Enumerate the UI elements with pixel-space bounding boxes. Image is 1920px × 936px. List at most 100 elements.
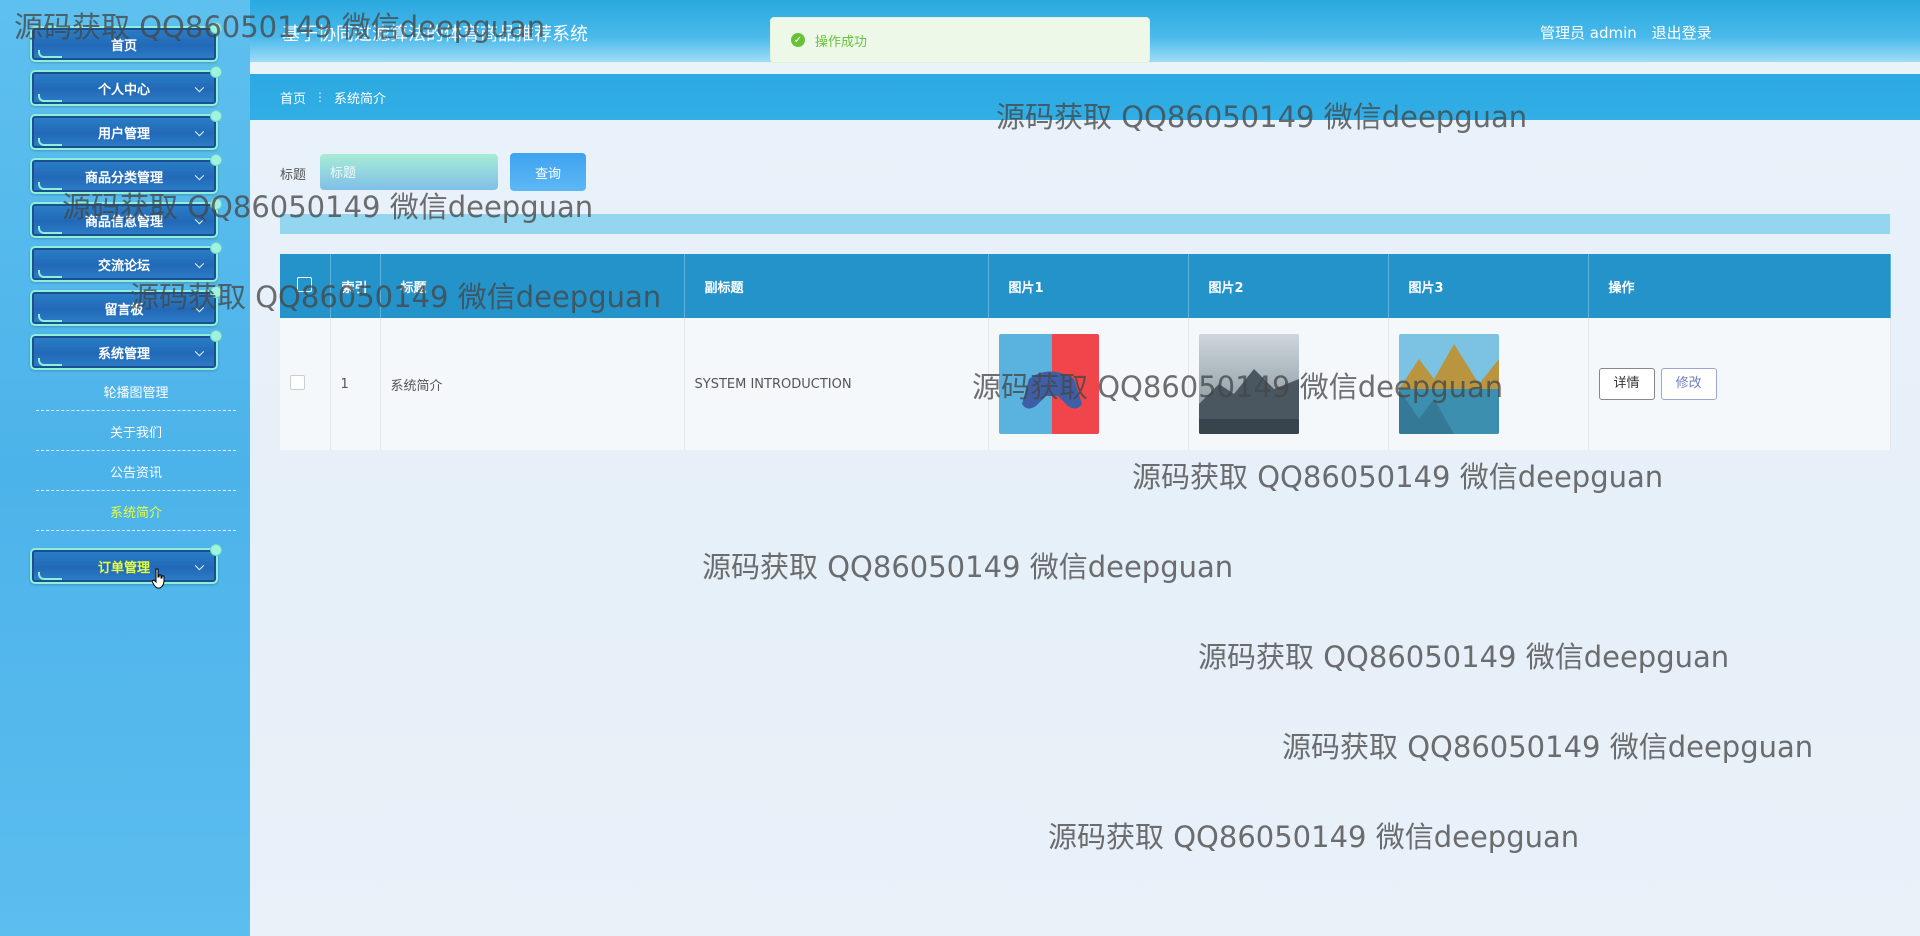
ornament-swirl-icon bbox=[38, 138, 62, 146]
breadcrumb: 首页 ⋮ 系统简介 bbox=[250, 74, 1920, 120]
ornament-dot-icon bbox=[210, 22, 222, 34]
row-checkbox[interactable] bbox=[290, 374, 305, 390]
sidebar-item-label: 用户管理 bbox=[97, 126, 150, 142]
chevron-down-icon: ⌵ bbox=[194, 213, 204, 227]
edit-button[interactable]: 修改 bbox=[1660, 368, 1717, 400]
sidebar-item-label: 首页 bbox=[110, 38, 137, 54]
chevron-down-icon: ⌵ bbox=[194, 301, 204, 315]
column-header-actions: 操作 bbox=[1588, 254, 1891, 318]
ornament-dot-icon bbox=[210, 66, 222, 78]
sidebar-item-label: 商品分类管理 bbox=[84, 170, 163, 186]
header-user-area: 管理员 admin 退出登录 bbox=[1540, 22, 1722, 43]
watermark-text: 源码获取 QQ86050149 微信deepguan bbox=[1048, 820, 1580, 854]
watermark-text: 源码获取 QQ86050149 微信deepguan bbox=[702, 550, 1234, 584]
ornament-dot-icon bbox=[210, 544, 222, 556]
watermark-text: 源码获取 QQ86050149 微信deepguan bbox=[1132, 460, 1664, 494]
sidebar-subitem-carousel[interactable]: 轮播图管理 bbox=[36, 372, 236, 411]
sidebar-item-home[interactable]: 首页 bbox=[30, 22, 222, 62]
sidebar-subitem-system-intro[interactable]: 系统简介 bbox=[36, 492, 236, 531]
image3-thumbnail[interactable] bbox=[1398, 334, 1499, 434]
ornament-swirl-icon bbox=[38, 226, 62, 234]
breadcrumb-current: 系统简介 bbox=[334, 91, 387, 107]
sidebar-item-product-management[interactable]: 商品信息管理 ⌵ bbox=[30, 198, 222, 238]
ornament-dot-icon bbox=[210, 110, 222, 122]
sidebar-item-label: 订单管理 bbox=[97, 560, 150, 576]
sidebar: 首页 个人中心 ⌵ 用户管理 ⌵ 商品分类管理 ⌵ 商品信息管理 ⌵ 交流论坛 … bbox=[0, 0, 250, 936]
sidebar-subitem-label: 系统简介 bbox=[109, 505, 162, 521]
chevron-down-icon: ⌵ bbox=[194, 169, 204, 183]
search-title-input[interactable] bbox=[320, 154, 498, 190]
check-circle-icon: ✓ bbox=[791, 33, 805, 47]
table-row: 1 系统简介 SYSTEM INTRODUCTION 详情 修改 bbox=[280, 318, 1891, 450]
column-header-image1: 图片1 bbox=[988, 254, 1189, 318]
sidebar-item-message-board[interactable]: 留言板 ⌵ bbox=[30, 286, 222, 326]
hand-cursor-icon bbox=[152, 568, 165, 589]
success-toast: ✓ 操作成功 bbox=[770, 17, 1150, 63]
column-header-title: 标题 bbox=[380, 254, 685, 318]
ornament-dot-icon bbox=[210, 330, 222, 342]
search-button[interactable]: 查询 bbox=[510, 153, 586, 191]
row-select-cell bbox=[280, 318, 331, 450]
ornament-dot-icon bbox=[210, 242, 222, 254]
watermark-text: 源码获取 QQ86050149 微信deepguan bbox=[1282, 730, 1814, 764]
ornament-dot-icon bbox=[210, 198, 222, 210]
ornament-swirl-icon bbox=[38, 358, 62, 366]
breadcrumb-home[interactable]: 首页 bbox=[280, 88, 306, 107]
ornament-swirl-icon bbox=[38, 270, 62, 278]
column-header-subtitle: 副标题 bbox=[684, 254, 989, 318]
chevron-down-icon: ⌵ bbox=[194, 559, 204, 573]
sidebar-item-label: 留言板 bbox=[104, 302, 144, 318]
sidebar-subitem-announcements[interactable]: 公告资讯 bbox=[36, 452, 236, 491]
image1-thumbnail[interactable] bbox=[998, 334, 1099, 434]
sidebar-item-category-management[interactable]: 商品分类管理 ⌵ bbox=[30, 154, 222, 194]
column-header-image2: 图片2 bbox=[1188, 254, 1389, 318]
data-table: 索引 标题 副标题 图片1 图片2 图片3 操作 1 系统简介 SYSTEM I… bbox=[280, 254, 1891, 450]
sidebar-item-forum[interactable]: 交流论坛 ⌵ bbox=[30, 242, 222, 282]
logout-link[interactable]: 退出登录 bbox=[1652, 24, 1712, 42]
admin-user-label: 管理员 admin bbox=[1540, 24, 1637, 42]
row-image1-cell bbox=[988, 318, 1189, 450]
sidebar-subitem-label: 公告资讯 bbox=[109, 465, 162, 481]
image2-thumbnail[interactable] bbox=[1198, 334, 1299, 434]
search-title-label: 标题 bbox=[280, 168, 307, 183]
sidebar-item-personal-center[interactable]: 个人中心 ⌵ bbox=[30, 66, 222, 106]
sidebar-subitem-about-us[interactable]: 关于我们 bbox=[36, 412, 236, 451]
row-subtitle: SYSTEM INTRODUCTION bbox=[684, 318, 989, 450]
select-all-header bbox=[280, 254, 331, 318]
breadcrumb-separator-icon: ⋮ bbox=[314, 90, 327, 104]
sidebar-item-order-management[interactable]: 订单管理 ⌵ bbox=[30, 544, 222, 584]
chevron-down-icon: ⌵ bbox=[194, 125, 204, 139]
ornament-swirl-icon bbox=[38, 572, 62, 580]
column-header-image3: 图片3 bbox=[1388, 254, 1589, 318]
chevron-down-icon: ⌵ bbox=[194, 81, 204, 95]
detail-button[interactable]: 详情 bbox=[1598, 368, 1655, 400]
watermark-text: 源码获取 QQ86050149 微信deepguan bbox=[1198, 640, 1730, 674]
ornament-dot-icon bbox=[210, 286, 222, 298]
ornament-swirl-icon bbox=[38, 314, 62, 322]
site-title: 基于协同过滤算法的体育商品推荐系统 bbox=[282, 24, 588, 45]
table-header-row: 索引 标题 副标题 图片1 图片2 图片3 操作 bbox=[280, 254, 1891, 318]
row-actions-cell: 详情 修改 bbox=[1588, 318, 1891, 450]
sidebar-subitem-label: 关于我们 bbox=[109, 425, 162, 441]
select-all-checkbox[interactable] bbox=[296, 276, 312, 292]
sidebar-item-label: 商品信息管理 bbox=[84, 214, 163, 230]
sidebar-item-user-management[interactable]: 用户管理 ⌵ bbox=[30, 110, 222, 150]
action-bar bbox=[280, 214, 1890, 234]
sidebar-item-label: 交流论坛 bbox=[97, 258, 150, 274]
chevron-down-icon: ⌵ bbox=[194, 257, 204, 271]
chevron-down-icon: ⌵ bbox=[194, 345, 204, 359]
row-index: 1 bbox=[330, 318, 381, 450]
row-image2-cell bbox=[1188, 318, 1389, 450]
ornament-dot-icon bbox=[210, 154, 222, 166]
sidebar-item-label: 个人中心 bbox=[97, 82, 150, 98]
ornament-swirl-icon bbox=[38, 182, 62, 190]
sidebar-subitem-label: 轮播图管理 bbox=[103, 385, 169, 401]
row-image3-cell bbox=[1388, 318, 1589, 450]
column-header-index: 索引 bbox=[330, 254, 381, 318]
ornament-swirl-icon bbox=[38, 50, 62, 58]
ornament-swirl-icon bbox=[38, 94, 62, 102]
sidebar-item-label: 系统管理 bbox=[97, 346, 150, 362]
toast-message: 操作成功 bbox=[815, 34, 868, 50]
row-title: 系统简介 bbox=[380, 318, 685, 450]
sidebar-item-system-management[interactable]: 系统管理 ⌵ bbox=[30, 330, 222, 370]
